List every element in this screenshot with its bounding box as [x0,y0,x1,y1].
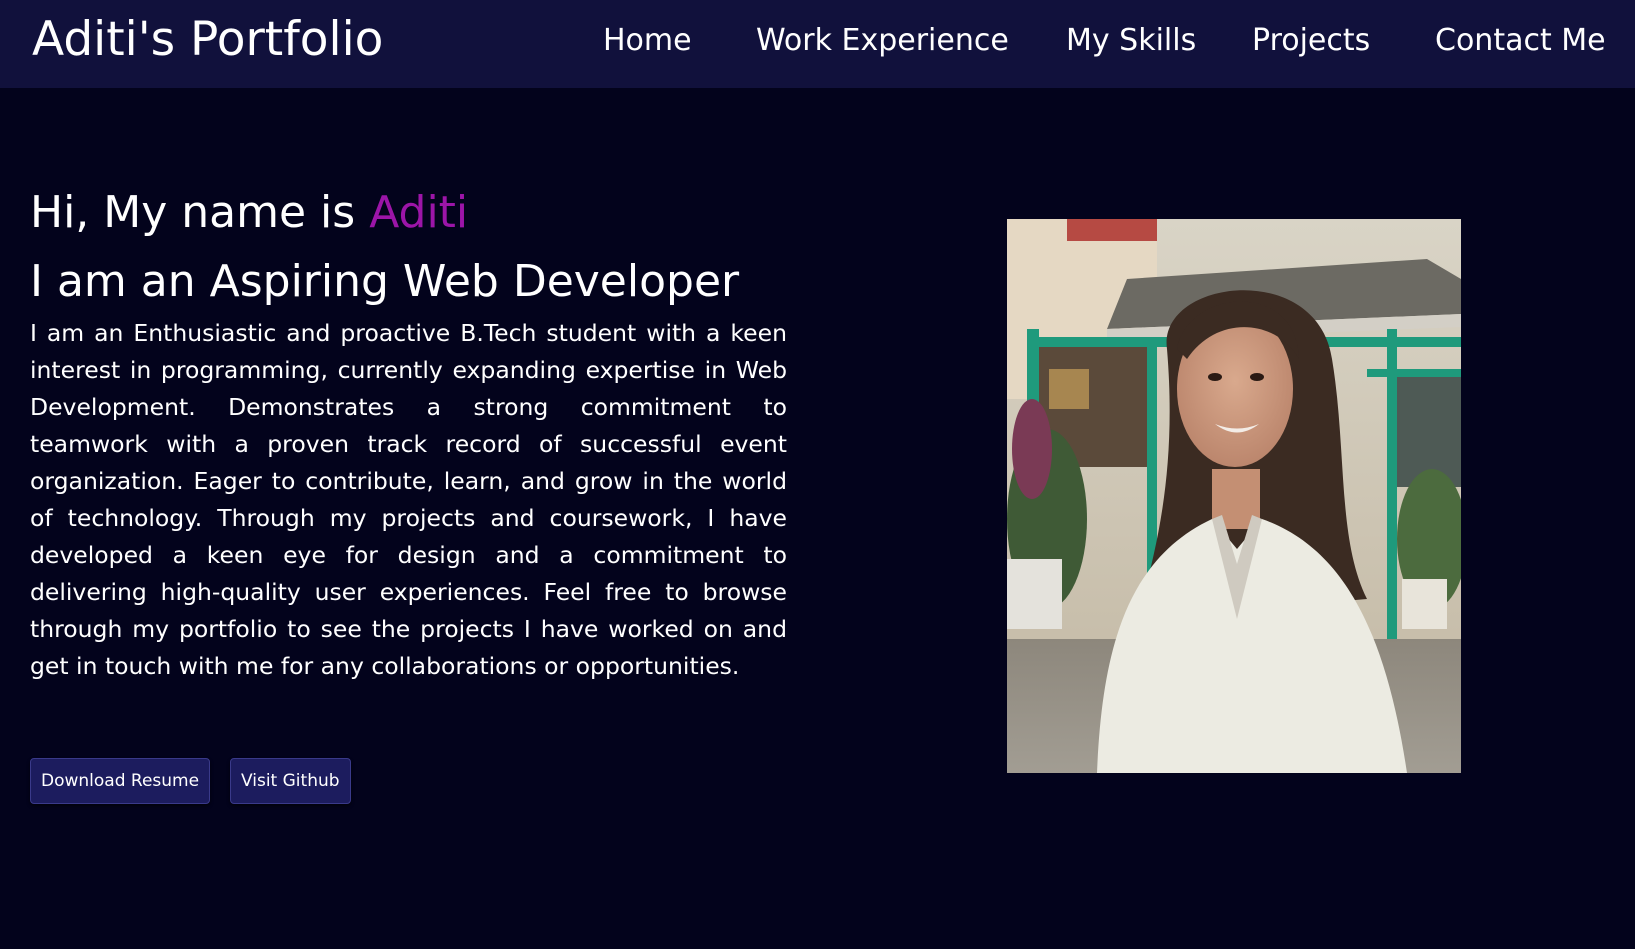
nav-home[interactable]: Home [603,20,692,62]
hero-name: Aditi [369,187,469,238]
nav-my-skills[interactable]: My Skills [1066,20,1196,62]
nav-contact-me[interactable]: Contact Me [1435,20,1606,62]
nav-work-experience[interactable]: Work Experience [756,20,1009,62]
brand-title[interactable]: Aditi's Portfolio [32,12,383,68]
hero-tagline: I am an Aspiring Web Developer [30,256,740,307]
hero-greeting: Hi, My name is Aditi [30,183,468,243]
profile-photo [1007,219,1461,773]
portrait-photo-icon [1007,219,1461,773]
download-resume-button[interactable]: Download Resume [30,758,211,804]
hero-bio: I am an Enthusiastic and proactive B.Tec… [30,319,787,680]
nav-projects[interactable]: Projects [1252,20,1370,62]
visit-github-button[interactable]: Visit Github [230,758,351,804]
navbar: Aditi's Portfolio Home Work Experience M… [0,0,1635,88]
greeting-prefix: Hi, My name is [30,187,370,238]
